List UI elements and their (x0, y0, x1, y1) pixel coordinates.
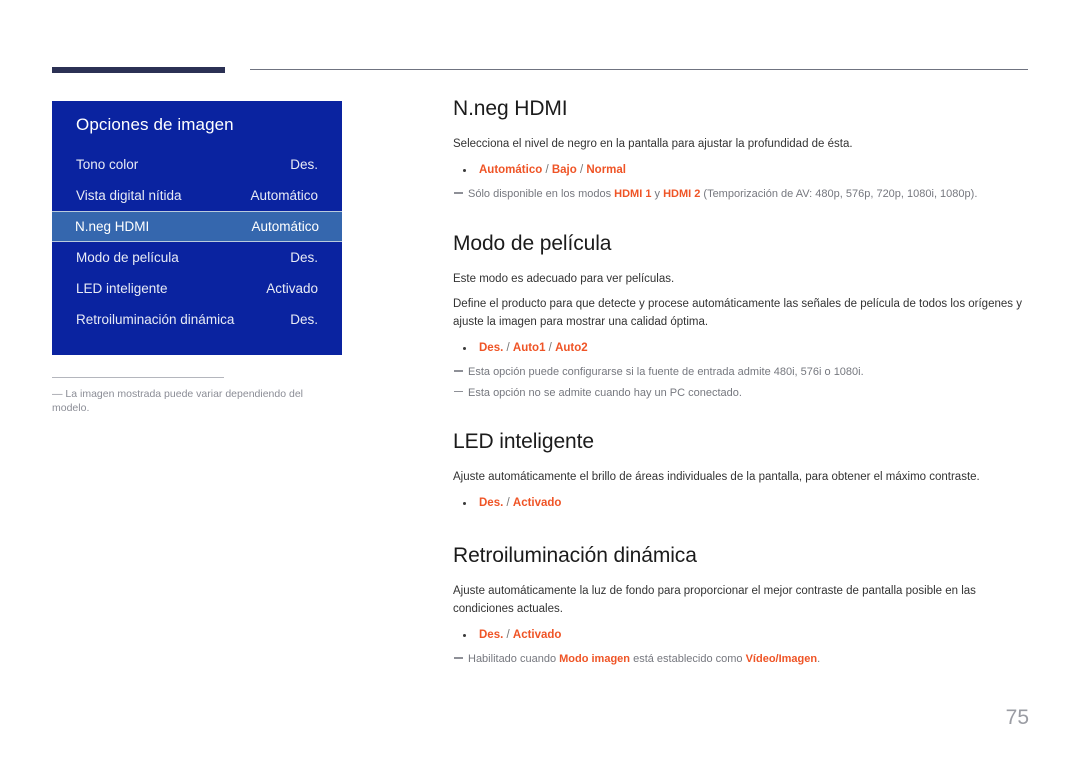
section-heading: LED inteligente (453, 430, 594, 454)
option-value: Auto1 (512, 342, 546, 354)
option-separator: / (503, 497, 513, 510)
osd-row-value: Automático (250, 188, 318, 203)
footnote-divider (52, 377, 224, 378)
osd-row-label: Tono color (76, 157, 139, 172)
osd-row-value: Des. (290, 157, 318, 172)
option-list: Des. / Auto1 / Auto2 (479, 340, 588, 357)
right-column: N.neg HDMI Selecciona el nivel de negro … (453, 97, 1028, 672)
section-heading: N.neg HDMI (453, 97, 568, 120)
option-separator: / (542, 163, 552, 176)
bullet-dot-icon (463, 347, 466, 350)
left-column: Opciones de imagen Tono color Des. Vista… (52, 101, 342, 415)
section-heading: Modo de película (453, 231, 612, 255)
option-value: Activado (512, 628, 562, 641)
section-paragraph-2: Define el producto para que detecte y pr… (453, 298, 1022, 329)
note-part: (Temporización de AV: 480p, 576p, 720p, … (700, 188, 978, 201)
option-list: Des. / Activado (479, 627, 561, 644)
osd-row-value: Activado (266, 281, 318, 296)
osd-row-value: Des. (290, 250, 318, 265)
note-part: Habilitado cuando (468, 653, 560, 666)
bullet-dot-icon (463, 633, 466, 637)
option-list: Des. / Activado (479, 495, 561, 512)
note-text: Esta opción puede configurarse si la fue… (468, 366, 864, 379)
option-value: Bajo (551, 163, 577, 176)
section-film-mode: Modo de película Este modo es adecuado p… (453, 232, 1028, 402)
note-dash-icon (454, 390, 463, 393)
footnote-dash-marker: ― (52, 388, 63, 400)
note-highlight-hdmi1: HDMI 1 (614, 188, 652, 201)
note-text: Esta opción no se admite cuando hay un P… (468, 386, 742, 399)
note-highlight-modo-imagen: Modo imagen (559, 653, 631, 666)
osd-row-tono-color[interactable]: Tono color Des. (52, 149, 342, 180)
osd-row-value: Des. (290, 312, 318, 327)
osd-row-modo-de-pelicula[interactable]: Modo de película Des. (52, 242, 342, 273)
header-divider-line (250, 69, 1028, 70)
section-paragraph: Ajuste automáticamente la luz de fondo p… (453, 585, 976, 616)
header-accent-bar (52, 67, 225, 73)
option-value: Automático (479, 163, 543, 176)
osd-row-led-inteligente[interactable]: LED inteligente Activado (52, 273, 342, 304)
osd-row-vista-digital-nitida[interactable]: Vista digital nítida Automático (52, 180, 342, 211)
osd-row-nneg-hdmi-selected[interactable]: N.neg HDMI Automático (52, 211, 342, 242)
note-part: y (651, 188, 664, 201)
section-note: Esta opción no se admite cuando hay un P… (453, 385, 1028, 402)
note-text: Habilitado cuando Modo imagen está estab… (468, 651, 820, 668)
note-highlight-video-imagen: Vídeo/Imagen (745, 653, 818, 666)
osd-menu-panel: Opciones de imagen Tono color Des. Vista… (52, 101, 342, 355)
option-value: Des. (479, 628, 504, 641)
osd-row-value: Automático (251, 219, 319, 234)
osd-row-label: LED inteligente (76, 281, 168, 296)
option-value: Des. (479, 497, 504, 510)
section-paragraph-1: Este modo es adecuado para ver películas… (453, 272, 675, 285)
section-heading: Retroiluminación dinámica (453, 544, 697, 568)
option-separator: / (503, 628, 513, 641)
page-header-rules (0, 60, 1080, 80)
osd-row-label: N.neg HDMI (75, 219, 150, 234)
section-note: Sólo disponible en los modos HDMI 1 y HD… (453, 186, 1028, 203)
option-bullet-row: Automático / Bajo / Normal (453, 162, 1028, 179)
bullet-dot-icon (463, 502, 466, 506)
option-separator: / (576, 163, 587, 176)
option-separator: / (503, 342, 513, 354)
option-bullet-row: Des. / Activado (453, 627, 1028, 644)
note-part: está establecido como (630, 653, 746, 666)
section-dynamic-backlight: Retroiluminación dinámica Ajuste automát… (453, 544, 1028, 667)
note-dash-icon (454, 657, 463, 659)
option-list: Automático / Bajo / Normal (479, 162, 626, 179)
bullet-dot-icon (463, 168, 466, 172)
page-number: 75 (1005, 706, 1029, 729)
option-value: Auto2 (555, 342, 588, 354)
section-paragraph: Ajuste automáticamente el brillo de área… (453, 471, 980, 484)
note-part: . (817, 653, 821, 666)
section-paragraph: Selecciona el nivel de negro en la panta… (453, 138, 853, 150)
option-value: Normal (586, 163, 626, 176)
option-value: Des. (479, 342, 504, 354)
osd-row-retroiluminacion-dinamica[interactable]: Retroiluminación dinámica Des. (52, 304, 342, 335)
option-bullet-row: Des. / Auto1 / Auto2 (453, 340, 1028, 357)
note-dash-icon (454, 370, 463, 372)
note-text: Sólo disponible en los modos HDMI 1 y HD… (468, 186, 977, 203)
note-part: Sólo disponible en los modos (468, 188, 615, 201)
osd-row-label: Retroiluminación dinámica (76, 312, 235, 327)
section-smart-led: LED inteligente Ajuste automáticamente e… (453, 430, 1028, 512)
option-value: Activado (512, 497, 562, 510)
osd-menu-title: Opciones de imagen (76, 115, 234, 134)
note-highlight-hdmi2: HDMI 2 (663, 188, 701, 201)
osd-row-label: Vista digital nítida (76, 188, 182, 203)
note-dash-icon (454, 192, 463, 194)
footnote-text: La imagen mostrada puede variar dependie… (52, 388, 304, 415)
osd-row-label: Modo de película (76, 250, 179, 265)
left-footnote: ― La imagen mostrada puede variar depend… (52, 377, 342, 415)
footnote-text-wrap: ― La imagen mostrada puede variar depend… (52, 387, 342, 415)
option-separator: / (545, 342, 556, 354)
section-note: Esta opción puede configurarse si la fue… (453, 364, 1028, 381)
option-bullet-row: Des. / Activado (453, 495, 1028, 512)
section-hdmi-black-level: N.neg HDMI Selecciona el nivel de negro … (453, 97, 1028, 203)
section-note: Habilitado cuando Modo imagen está estab… (453, 651, 1028, 668)
